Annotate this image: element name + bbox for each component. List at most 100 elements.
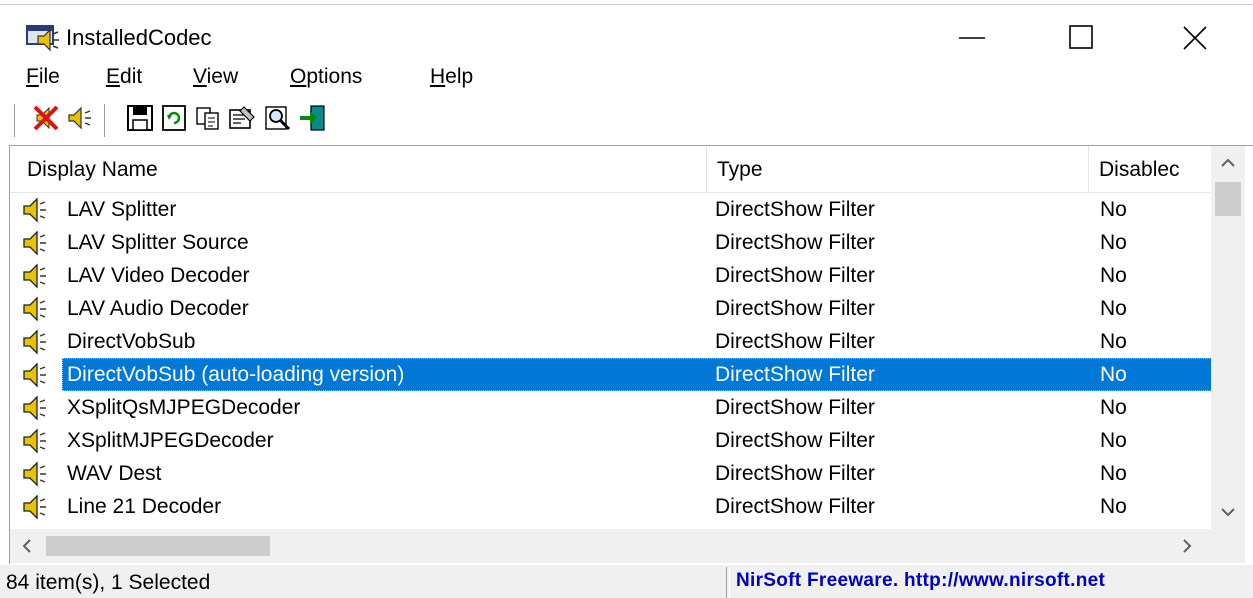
- chevron-right-icon: [1183, 539, 1192, 553]
- codec-app-icon: [26, 25, 59, 52]
- table-row[interactable]: DirectVobSub (auto-loading version) Dire…: [10, 358, 1212, 391]
- refresh-button[interactable]: [158, 101, 190, 135]
- disable-selected-icon: [33, 105, 59, 131]
- scroll-down-button[interactable]: [1211, 495, 1245, 529]
- table-row[interactable]: LAV Audio Decoder DirectShow Filter No: [10, 292, 1211, 325]
- speaker-codec-icon: [23, 296, 46, 322]
- speaker-codec-icon: [23, 494, 46, 520]
- speaker-codec-icon: [23, 197, 46, 223]
- table-row[interactable]: WAV Dest DirectShow Filter No: [10, 457, 1211, 490]
- row-display-name: LAV Splitter Source: [67, 231, 249, 254]
- horizontal-scrollbar[interactable]: [10, 529, 1211, 563]
- scrollbar-corner: [1211, 529, 1245, 563]
- row-display-name: XSplitQsMJPEGDecoder: [67, 396, 301, 419]
- toolbar-separator: [14, 104, 18, 137]
- speaker-codec-icon: [23, 263, 46, 289]
- vertical-scroll-thumb[interactable]: [1215, 182, 1241, 216]
- installedcodec-window: InstalledCodec File Edit View Options He…: [0, 0, 1253, 598]
- speaker-codec-icon: [23, 230, 46, 256]
- find-button[interactable]: [262, 101, 294, 135]
- copy-icon: [196, 107, 219, 130]
- row-type: DirectShow Filter: [715, 231, 875, 254]
- chevron-left-icon: [22, 539, 31, 553]
- row-type: DirectShow Filter: [715, 396, 875, 419]
- row-type: DirectShow Filter: [715, 363, 875, 386]
- enable-selected-button[interactable]: [64, 101, 96, 135]
- row-type: DirectShow Filter: [715, 330, 875, 353]
- status-divider: [726, 567, 730, 598]
- column-header-display-name[interactable]: Display Name: [17, 146, 707, 192]
- title-bar[interactable]: InstalledCodec: [0, 5, 1253, 61]
- menu-view[interactable]: View: [193, 62, 238, 92]
- menu-file[interactable]: File: [26, 62, 60, 92]
- exit-icon: [300, 105, 325, 131]
- table-row[interactable]: LAV Splitter DirectShow Filter No: [10, 193, 1211, 226]
- disable-selected-button[interactable]: [30, 101, 62, 135]
- row-disabled: No: [1100, 429, 1127, 452]
- maximize-icon: [1069, 25, 1093, 49]
- row-disabled: No: [1100, 264, 1127, 287]
- row-display-name: DirectVobSub (auto-loading version): [67, 363, 405, 386]
- list-header: Display Name Type Disablec: [10, 146, 1211, 193]
- column-header-disabled[interactable]: Disablec: [1088, 146, 1222, 192]
- row-type: DirectShow Filter: [715, 495, 875, 518]
- row-type: DirectShow Filter: [715, 264, 875, 287]
- row-display-name: LAV Audio Decoder: [67, 297, 249, 320]
- nirsoft-link[interactable]: NirSoft Freeware. http://www.nirsoft.net: [736, 565, 1253, 598]
- row-disabled: No: [1100, 231, 1127, 254]
- menu-help[interactable]: Help: [430, 62, 473, 92]
- horizontal-scroll-thumb[interactable]: [46, 536, 270, 556]
- scroll-left-button[interactable]: [10, 529, 44, 563]
- row-disabled: No: [1100, 495, 1127, 518]
- table-row[interactable]: XSplitQsMJPEGDecoder DirectShow Filter N…: [10, 391, 1211, 424]
- column-header-type[interactable]: Type: [706, 146, 1093, 192]
- codec-list-view[interactable]: Display Name Type Disablec LAV Splitter …: [9, 145, 1253, 564]
- row-disabled: No: [1100, 297, 1127, 320]
- find-icon: [265, 106, 291, 131]
- properties-icon: [229, 106, 255, 129]
- row-type: DirectShow Filter: [715, 462, 875, 485]
- speaker-codec-icon: [23, 329, 46, 355]
- maximize-button[interactable]: [1047, 10, 1117, 66]
- row-type: DirectShow Filter: [715, 429, 875, 452]
- close-button[interactable]: [1160, 10, 1230, 66]
- table-row[interactable]: Line 21 Decoder DirectShow Filter No: [10, 490, 1211, 523]
- vertical-scrollbar[interactable]: [1211, 146, 1245, 529]
- save-icon: [127, 105, 153, 131]
- enable-selected-icon: [68, 106, 91, 130]
- row-disabled: No: [1100, 462, 1127, 485]
- row-display-name: Line 21 Decoder: [67, 495, 222, 518]
- table-row[interactable]: LAV Video Decoder DirectShow Filter No: [10, 259, 1211, 292]
- scroll-right-button[interactable]: [1170, 529, 1204, 563]
- table-row[interactable]: XSplitMJPEGDecoder DirectShow Filter No: [10, 424, 1211, 457]
- row-display-name: DirectVobSub: [67, 330, 196, 353]
- speaker-codec-icon: [23, 395, 46, 421]
- row-disabled: No: [1100, 330, 1127, 353]
- copy-button[interactable]: [192, 101, 224, 135]
- status-item-count: 84 item(s), 1 Selected: [6, 571, 211, 594]
- minimize-button[interactable]: [937, 10, 1007, 66]
- menu-edit[interactable]: Edit: [106, 62, 142, 92]
- properties-button[interactable]: [226, 101, 258, 135]
- speaker-codec-icon: [23, 362, 46, 388]
- row-display-name: XSplitMJPEGDecoder: [67, 429, 274, 452]
- chevron-down-icon: [1221, 508, 1235, 517]
- row-display-name: WAV Dest: [67, 462, 162, 485]
- row-display-name: LAV Video Decoder: [67, 264, 250, 287]
- row-disabled: No: [1100, 363, 1127, 386]
- menu-bar: File Edit View Options Help: [0, 62, 1253, 92]
- row-display-name: LAV Splitter: [67, 198, 177, 221]
- menu-options[interactable]: Options: [290, 62, 362, 92]
- chevron-up-icon: [1221, 158, 1235, 167]
- close-icon: [1183, 26, 1207, 50]
- scroll-up-button[interactable]: [1211, 146, 1245, 180]
- exit-button[interactable]: [296, 101, 328, 135]
- speaker-codec-icon: [23, 428, 46, 454]
- row-disabled: No: [1100, 198, 1127, 221]
- toolbar: [0, 94, 1253, 144]
- row-disabled: No: [1100, 396, 1127, 419]
- table-row[interactable]: DirectVobSub DirectShow Filter No: [10, 325, 1211, 358]
- table-row[interactable]: LAV Splitter Source DirectShow Filter No: [10, 226, 1211, 259]
- toolbar-separator: [104, 104, 108, 137]
- save-button[interactable]: [124, 101, 156, 135]
